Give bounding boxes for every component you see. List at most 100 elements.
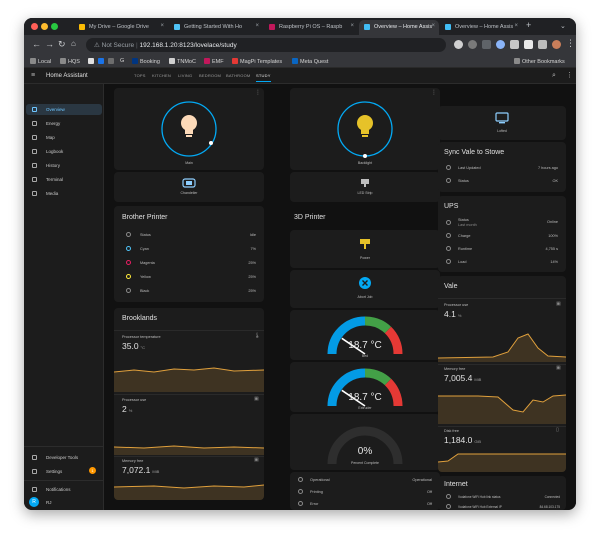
abort-job-card[interactable]: Abort Job <box>290 270 440 308</box>
download-icon[interactable] <box>524 40 533 49</box>
browser-tab-raspberry[interactable]: Raspberry Pi OS – Raspb × <box>264 20 358 35</box>
browser-tab-overview-active[interactable]: Overview – Home Assis × <box>359 20 439 35</box>
browser-tab-getting-started[interactable]: Getting Started With Ho × <box>169 20 263 35</box>
tab-kitchen[interactable]: KITCHEN <box>152 73 171 78</box>
row-label: Vodafone WiFi Hub link status <box>458 495 501 499</box>
bed-temp-gauge-card[interactable]: 18.7 °C Bed <box>290 310 440 360</box>
vale-disk-value[interactable]: 1,184.0 GiB <box>444 435 481 445</box>
search-icon[interactable]: ⌕ <box>552 72 556 80</box>
printer-power-card[interactable]: Power <box>290 230 440 268</box>
share-icon[interactable] <box>468 40 477 49</box>
sidebar-item-overview[interactable]: Overview <box>26 104 102 115</box>
new-tab-button[interactable]: + <box>526 20 531 30</box>
more-options-icon[interactable]: ⋮ <box>566 71 573 79</box>
led-strip-card[interactable]: LED Strip <box>290 172 440 202</box>
bookmark-tile-1[interactable] <box>88 58 96 65</box>
close-tab-icon[interactable]: × <box>160 23 164 29</box>
folder-icon <box>60 58 66 64</box>
chandelier-card[interactable]: Chandelier <box>114 172 264 202</box>
browser-tab-drive[interactable]: My Drive – Google Drive × <box>74 20 168 35</box>
row-label: Printing <box>310 490 323 494</box>
vale-disk-graph[interactable] <box>438 450 566 472</box>
check-icon <box>298 477 303 482</box>
vale-memory-value[interactable]: 7,005.4 MiB <box>444 373 481 383</box>
bookmark-tnmoc[interactable]: TNMoC <box>169 58 196 65</box>
tab-study[interactable]: STUDY <box>256 73 271 82</box>
processor-use-graph[interactable] <box>114 421 264 455</box>
row-label: Status <box>458 179 469 183</box>
browser-tab-overview[interactable]: Overview – Home Assis × <box>440 20 522 35</box>
sidebar-item-map[interactable]: Map <box>26 132 102 143</box>
sidebar-item-logbook[interactable]: Logbook <box>26 146 102 157</box>
back-icon[interactable]: ← <box>32 39 41 49</box>
bookmark-tile-3[interactable] <box>108 58 116 65</box>
more-menu-icon[interactable]: ⋮ <box>566 38 575 49</box>
backlight-card[interactable]: Backlight ⋮ <box>290 88 440 170</box>
sidebar-item-energy[interactable]: Energy <box>26 118 102 129</box>
sidebar-item-notifications[interactable]: Notifications <box>26 484 102 495</box>
drive-favicon-icon <box>79 24 85 30</box>
processor-temp-value[interactable]: 35.0 °C <box>122 341 145 351</box>
close-tab-icon[interactable]: × <box>514 23 518 29</box>
menu-icon[interactable]: ≡ <box>31 72 35 79</box>
sensor-label: Disk free <box>444 429 459 433</box>
close-tab-icon[interactable]: × <box>255 23 259 29</box>
sidebar-item-history[interactable]: History <box>26 160 102 171</box>
sidebar-item-settings[interactable]: Settings 1 <box>26 466 102 477</box>
more-icon[interactable]: ⋮ <box>255 89 261 96</box>
more-icon[interactable]: ⋮ <box>431 89 437 96</box>
home-icon[interactable]: ⌂ <box>71 39 76 48</box>
progress-label: Percent Complete <box>350 461 379 465</box>
tab-living[interactable]: LIVING <box>178 73 192 78</box>
reload-icon[interactable]: ↻ <box>58 39 66 50</box>
sidebar-item-media[interactable]: Media <box>26 188 102 199</box>
bookmark-magpi[interactable]: MagPi Templates <box>232 58 282 65</box>
bookmark-local[interactable]: Local <box>30 58 51 65</box>
cpu-icon: ▣ <box>254 396 259 402</box>
memory-free-graph[interactable] <box>114 478 264 500</box>
processor-temp-graph[interactable] <box>114 358 264 392</box>
address-bar[interactable]: ⚠ Not Secure | 192.168.1.20:8123/lovelac… <box>86 38 446 52</box>
tab-bathroom[interactable]: BATHROOM <box>226 73 250 78</box>
close-window-icon[interactable] <box>31 23 38 30</box>
vale-processor-value[interactable]: 4.1% <box>444 309 461 319</box>
profile-avatar[interactable] <box>552 40 561 49</box>
other-bookmarks[interactable]: Other Bookmarks <box>514 58 565 65</box>
print-progress-card[interactable]: 0% Percent Complete <box>290 414 440 470</box>
sidebar-item-terminal[interactable]: Terminal <box>26 174 102 185</box>
media-icon <box>32 191 37 196</box>
sidepanel-icon[interactable] <box>538 40 547 49</box>
forward-icon[interactable]: → <box>45 39 54 49</box>
main-light-card[interactable]: Main ⋮ <box>114 88 264 170</box>
vale-processor-graph[interactable] <box>438 326 566 362</box>
bookmark-hqs[interactable]: HQS <box>60 58 80 65</box>
bookmark-tile-2[interactable] <box>98 58 106 65</box>
tab-search-icon[interactable]: ⌄ <box>560 22 566 30</box>
sidebar-item-developer-tools[interactable]: Developer Tools <box>26 452 102 463</box>
row-label: Black <box>140 289 150 293</box>
memory-free-value[interactable]: 7,072.1 MiB <box>122 465 159 475</box>
vale-memory-graph[interactable] <box>438 388 566 424</box>
bookmark-emf[interactable]: EMF <box>204 58 224 65</box>
google-lens-icon[interactable] <box>454 40 463 49</box>
bookmark-meta-quest[interactable]: Meta Quest <box>292 58 328 65</box>
extruder-temp-gauge-card[interactable]: 18.7 °C Extruder <box>290 362 440 412</box>
row-label: Vodafone WiFi Hub External IP <box>458 505 502 509</box>
bookmark-star-icon[interactable] <box>482 40 491 49</box>
close-tab-icon[interactable]: × <box>350 23 354 29</box>
extension-icon[interactable] <box>496 40 505 49</box>
sync-icon <box>446 178 451 183</box>
maximize-window-icon[interactable] <box>51 23 58 30</box>
puzzle-icon[interactable] <box>510 40 519 49</box>
minimize-window-icon[interactable] <box>41 23 48 30</box>
lofted-card[interactable]: Lofted <box>438 106 566 140</box>
tab-tops[interactable]: TOPS <box>134 73 146 78</box>
bookmark-google[interactable]: G <box>120 58 124 64</box>
tab-bedroom[interactable]: BEDROOM <box>199 73 221 78</box>
abort-icon <box>359 277 371 289</box>
home-assistant-favicon-icon <box>174 24 180 30</box>
close-tab-icon[interactable]: × <box>431 23 435 29</box>
user-avatar[interactable]: R <box>29 497 39 507</box>
bookmark-booking[interactable]: Booking <box>132 58 160 65</box>
processor-use-value[interactable]: 2% <box>122 404 132 414</box>
